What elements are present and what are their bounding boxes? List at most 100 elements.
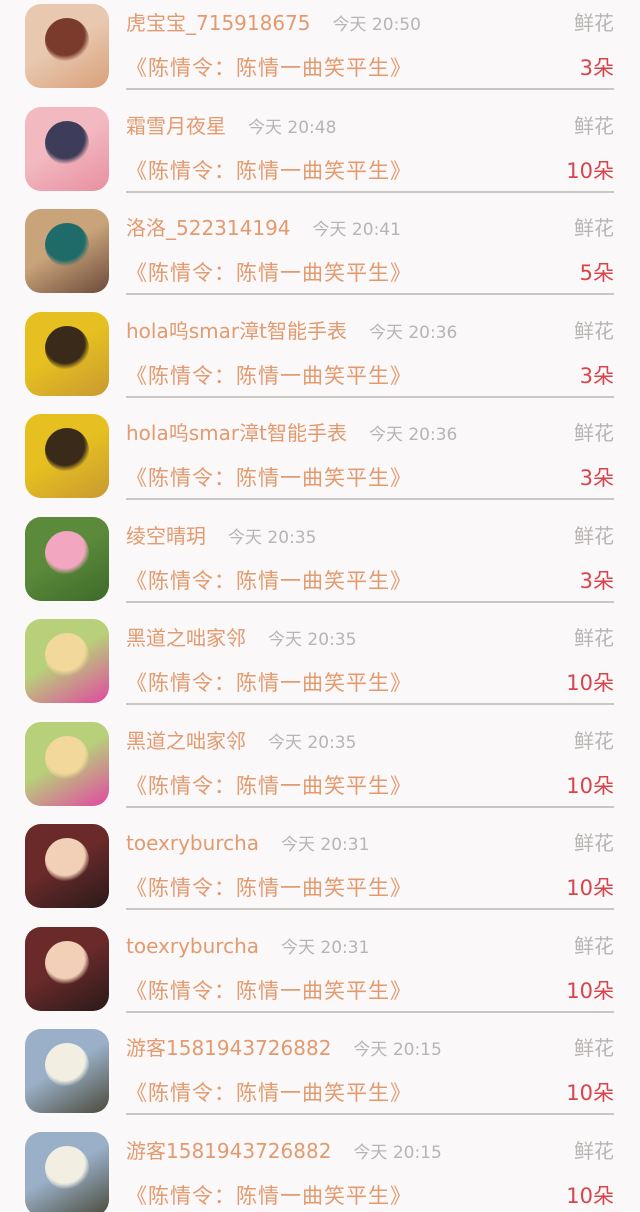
- send-time: 今天 20:31: [281, 938, 370, 958]
- user-avatar[interactable]: [25, 1029, 109, 1113]
- user-avatar[interactable]: [25, 722, 109, 806]
- gift-type-label: 鲜花: [574, 216, 614, 240]
- gift-record-row[interactable]: 黑道之咄家邻 今天 20:35 鲜花《陈情令：陈情一曲笑平生》 10朵: [0, 615, 640, 717]
- user-name[interactable]: 绫空晴玥 今天 20:35: [126, 523, 316, 551]
- gift-type-label: 鲜花: [574, 1139, 614, 1163]
- avatar-figure: [45, 838, 89, 882]
- user-avatar[interactable]: [25, 927, 109, 1011]
- user-avatar[interactable]: [25, 107, 109, 191]
- row-divider: [126, 908, 614, 910]
- flower-count: 10朵: [566, 774, 614, 798]
- avatar-figure: [45, 531, 89, 575]
- user-name[interactable]: 虎宝宝_715918675 今天 20:50: [126, 10, 421, 38]
- gift-record-list[interactable]: 虎宝宝_715918675 今天 20:50 鲜花 《陈情令：陈情一曲笑平生》 3朵 霜雪…: [0, 0, 640, 1212]
- work-title-link[interactable]: 《陈情令：陈情一曲笑平生》: [126, 464, 412, 492]
- user-name[interactable]: toexryburcha 今天 20:31: [126, 830, 369, 858]
- gift-record-row[interactable]: toexryburcha 今天 20:31 鲜花 《陈情令：陈情一曲笑平生》 10朵: [0, 923, 640, 1025]
- avatar-figure: [45, 941, 89, 985]
- avatar-figure: [45, 736, 89, 780]
- gift-type-label: 鲜花: [574, 421, 614, 445]
- user-name[interactable]: toexryburcha 今天 20:31: [126, 933, 369, 961]
- gift-type-label: 鲜花: [574, 114, 614, 138]
- send-time: 今天 20:36: [368, 323, 458, 343]
- row-divider: [126, 498, 614, 500]
- work-title-link[interactable]: 《陈情令：陈情一曲笑平生》: [126, 567, 412, 595]
- send-time: 今天 20:48: [248, 118, 337, 138]
- user-avatar[interactable]: [25, 619, 109, 703]
- gift-record-row[interactable]: 黑道之咄家邻 今天 20:35 鲜花《陈情令：陈情一曲笑平生》 10朵: [0, 718, 640, 820]
- gift-record-row[interactable]: toexryburcha 今天 20:31 鲜花 《陈情令：陈情一曲笑平生》 10朵: [0, 820, 640, 922]
- avatar-figure: [45, 1146, 89, 1190]
- user-avatar[interactable]: [25, 312, 109, 396]
- gift-record-row[interactable]: 霜雪月夜星 今天 20:48 鲜花《陈情令：陈情一曲笑平生》 10朵: [0, 103, 640, 205]
- work-title-link[interactable]: 《陈情令：陈情一曲笑平生》: [126, 1079, 412, 1107]
- flower-count: 10朵: [566, 671, 614, 695]
- avatar-figure: [45, 326, 89, 370]
- gift-record-row[interactable]: 虎宝宝_715918675 今天 20:50 鲜花《陈情令：陈情一曲笑平生》 3朵: [0, 0, 640, 102]
- flower-count: 10朵: [566, 1184, 614, 1208]
- work-title-link[interactable]: 《陈情令：陈情一曲笑平生》: [126, 772, 412, 800]
- user-name[interactable]: 游客1581943726882 今天 20:15: [126, 1035, 442, 1063]
- user-name[interactable]: hola呜smar漳t智能手表 今天 20:36: [126, 420, 457, 448]
- avatar-figure: [45, 428, 89, 472]
- avatar-figure: [45, 223, 89, 267]
- avatar-figure: [45, 121, 89, 165]
- send-time: 今天 20:31: [281, 835, 370, 855]
- gift-type-label: 鲜花: [574, 524, 614, 548]
- user-avatar[interactable]: [25, 1132, 109, 1212]
- user-name-text: 霜雪月夜星: [126, 114, 226, 138]
- row-divider: [126, 806, 614, 808]
- flower-count: 3朵: [579, 466, 614, 490]
- user-name[interactable]: hola呜smar漳t智能手表 今天 20:36: [126, 318, 457, 346]
- gift-record-row[interactable]: 游客1581943726882 今天 20:15 鲜花《陈情令：陈情一曲笑平生》 10…: [0, 1128, 640, 1212]
- user-name[interactable]: 霜雪月夜星 今天 20:48: [126, 113, 336, 141]
- user-avatar[interactable]: [25, 517, 109, 601]
- user-name[interactable]: 洛洛_522314194 今天 20:41: [126, 215, 401, 243]
- send-time: 今天 20:35: [228, 528, 317, 548]
- row-divider: [126, 88, 614, 90]
- user-name[interactable]: 黑道之咄家邻 今天 20:35: [126, 625, 356, 653]
- user-name-text: 游客1581943726882: [126, 1036, 332, 1060]
- work-title-link[interactable]: 《陈情令：陈情一曲笑平生》: [126, 362, 412, 390]
- work-title-link[interactable]: 《陈情令：陈情一曲笑平生》: [126, 874, 412, 902]
- row-divider: [126, 1011, 614, 1013]
- gift-type-label: 鲜花: [574, 626, 614, 650]
- flower-count: 3朵: [579, 569, 614, 593]
- user-avatar[interactable]: [25, 4, 109, 88]
- gift-type-label: 鲜花: [574, 729, 614, 753]
- user-name-text: 游客1581943726882: [126, 1139, 332, 1163]
- user-name-text: 绫空晴玥: [126, 524, 206, 548]
- work-title-link[interactable]: 《陈情令：陈情一曲笑平生》: [126, 1182, 412, 1210]
- send-time: 今天 20:15: [353, 1143, 442, 1163]
- user-name[interactable]: 游客1581943726882 今天 20:15: [126, 1138, 442, 1166]
- work-title-link[interactable]: 《陈情令：陈情一曲笑平生》: [126, 977, 412, 1005]
- flower-count: 5朵: [579, 261, 614, 285]
- row-divider: [126, 601, 614, 603]
- row-divider: [126, 396, 614, 398]
- flower-count: 10朵: [566, 159, 614, 183]
- user-avatar[interactable]: [25, 414, 109, 498]
- work-title-link[interactable]: 《陈情令：陈情一曲笑平生》: [126, 669, 412, 697]
- row-divider: [126, 1113, 614, 1115]
- user-avatar[interactable]: [25, 824, 109, 908]
- work-title-link[interactable]: 《陈情令：陈情一曲笑平生》: [126, 259, 412, 287]
- gift-record-row[interactable]: hola呜smar漳t智能手表 今天 20:36 鲜花 《陈情令：陈情一曲笑平生》 3朵: [0, 308, 640, 410]
- send-time: 今天 20:36: [368, 425, 458, 445]
- user-name-text: hola呜smar漳t智能手表: [126, 319, 347, 343]
- user-name[interactable]: 黑道之咄家邻 今天 20:35: [126, 728, 356, 756]
- avatar-figure: [45, 633, 89, 677]
- gift-record-row[interactable]: 洛洛_522314194 今天 20:41 鲜花《陈情令：陈情一曲笑平生》 5朵: [0, 205, 640, 307]
- flower-count: 3朵: [579, 364, 614, 388]
- avatar-figure: [45, 18, 89, 62]
- flower-count: 3朵: [579, 56, 614, 80]
- flower-count: 10朵: [566, 979, 614, 1003]
- gift-record-row[interactable]: 绫空晴玥 今天 20:35 鲜花《陈情令：陈情一曲笑平生》 3朵: [0, 513, 640, 615]
- gift-record-row[interactable]: 游客1581943726882 今天 20:15 鲜花 《陈情令：陈情一曲笑平生》 10…: [0, 1025, 640, 1127]
- work-title-link[interactable]: 《陈情令：陈情一曲笑平生》: [126, 54, 412, 82]
- send-time: 今天 20:50: [332, 15, 421, 35]
- user-avatar[interactable]: [25, 209, 109, 293]
- gift-type-label: 鲜花: [574, 11, 614, 35]
- work-title-link[interactable]: 《陈情令：陈情一曲笑平生》: [126, 157, 412, 185]
- user-name-text: 洛洛_522314194: [126, 216, 291, 240]
- gift-record-row[interactable]: hola呜smar漳t智能手表 今天 20:36 鲜花《陈情令：陈情一曲笑平生》 3朵: [0, 410, 640, 512]
